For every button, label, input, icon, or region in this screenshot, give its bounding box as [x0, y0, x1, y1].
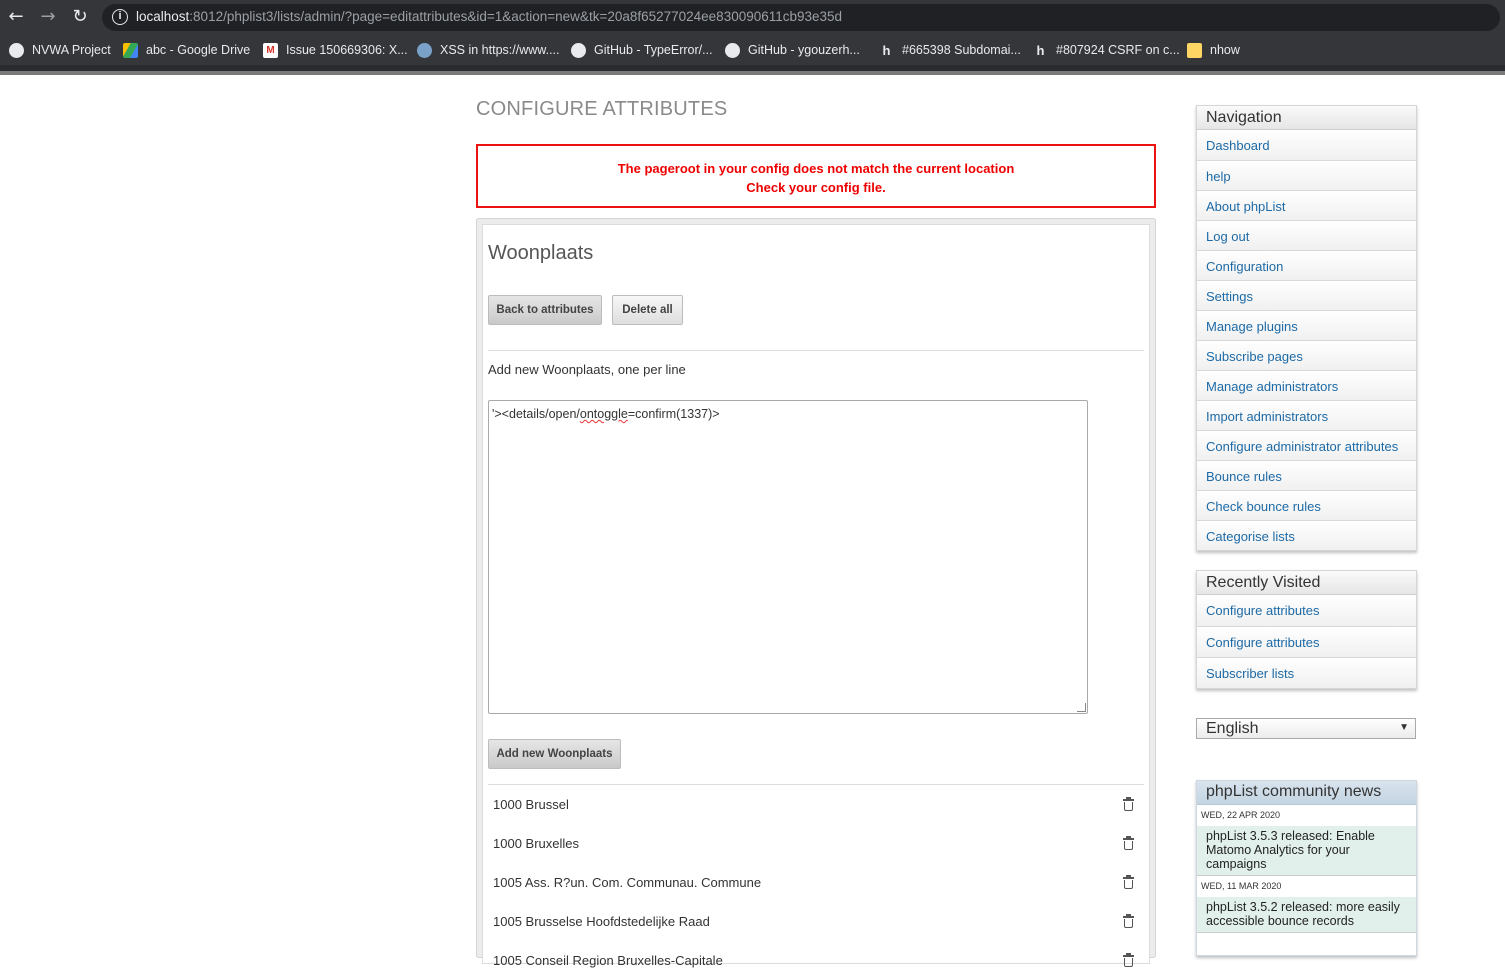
- community-news-panel: phpList community news WED, 22 APR 2020 …: [1196, 780, 1417, 956]
- news-item[interactable]: phpList 3.5.2 released: more easily acce…: [1197, 897, 1416, 933]
- nav-item-categorise-lists[interactable]: Categorise lists: [1197, 520, 1416, 550]
- nav-item-dashboard[interactable]: Dashboard: [1197, 130, 1416, 160]
- github-icon: [571, 42, 586, 58]
- value-row: 1005 Conseil Region Bruxelles-Capitale: [482, 941, 1150, 980]
- recently-visited-panel: Recently Visited Configure attributes Co…: [1196, 570, 1417, 689]
- bookmark-item[interactable]: XSS in https://www....: [417, 41, 560, 59]
- news-title: phpList community news: [1197, 781, 1416, 805]
- nav-item-configuration[interactable]: Configuration: [1197, 250, 1416, 280]
- github-icon: [725, 42, 740, 58]
- add-values-label: Add new Woonplaats, one per line: [488, 362, 686, 377]
- bookmark-item[interactable]: abc - Google Drive: [123, 41, 250, 59]
- config-warning: The pageroot in your config does not mat…: [476, 144, 1156, 208]
- news-date: WED, 11 MAR 2020: [1201, 881, 1282, 891]
- bookmarks-bar: NVWA Project abc - Google Drive M Issue 1…: [0, 35, 1505, 65]
- nav-item-settings[interactable]: Settings: [1197, 280, 1416, 310]
- trash-icon[interactable]: [1123, 914, 1134, 928]
- nav-item-logout[interactable]: Log out: [1197, 220, 1416, 250]
- add-new-value-button[interactable]: Add new Woonplaats: [488, 739, 621, 769]
- attribute-title: Woonplaats: [488, 242, 594, 264]
- navigation-title: Navigation: [1197, 106, 1416, 130]
- folder-icon: [1187, 42, 1202, 58]
- bookmark-item[interactable]: M Issue 150669306: X...: [263, 41, 408, 59]
- bookmark-item[interactable]: h #807924 CSRF on c...: [1033, 41, 1180, 59]
- nav-item-manage-administrators[interactable]: Manage administrators: [1197, 370, 1416, 400]
- back-to-attributes-button[interactable]: Back to attributes: [488, 295, 602, 325]
- bookmark-item[interactable]: GitHub - TypeError/...: [571, 41, 713, 59]
- recent-item[interactable]: Configure attributes: [1197, 595, 1416, 626]
- hackerone-icon: h: [1033, 42, 1048, 58]
- trash-icon[interactable]: [1123, 875, 1134, 889]
- dropdown-arrow-icon: ▼: [1399, 722, 1409, 733]
- language-select[interactable]: English ▼: [1196, 718, 1416, 739]
- nav-item-bounce-rules[interactable]: Bounce rules: [1197, 460, 1416, 490]
- nav-item-admin-attributes[interactable]: Configure administrator attributes: [1197, 430, 1416, 460]
- forward-arrow-icon[interactable]: →: [37, 6, 59, 28]
- github-icon: [9, 42, 24, 58]
- divider: [488, 350, 1144, 351]
- nav-item-manage-plugins[interactable]: Manage plugins: [1197, 310, 1416, 340]
- google-drive-icon: [123, 42, 138, 58]
- news-date: WED, 22 APR 2020: [1201, 810, 1281, 820]
- nav-item-subscribe-pages[interactable]: Subscribe pages: [1197, 340, 1416, 370]
- nav-item-about[interactable]: About phpList: [1197, 190, 1416, 220]
- nav-item-check-bounce-rules[interactable]: Check bounce rules: [1197, 490, 1416, 520]
- bug-icon: [417, 42, 432, 58]
- nav-item-import-administrators[interactable]: Import administrators: [1197, 400, 1416, 430]
- reload-icon[interactable]: ↻: [69, 6, 91, 28]
- toolbar-divider: [0, 65, 1505, 75]
- hackerone-icon: h: [879, 42, 894, 58]
- nav-item-help[interactable]: help: [1197, 160, 1416, 190]
- address-bar[interactable]: i localhost:8012/phplist3/lists/admin/?p…: [102, 4, 1500, 31]
- navigation-panel: Navigation Dashboard help About phpList …: [1196, 105, 1417, 551]
- news-item[interactable]: phpList 3.5.3 released: Enable Matomo An…: [1197, 826, 1416, 876]
- bookmark-item[interactable]: GitHub - ygouzerh...: [725, 41, 860, 59]
- resize-handle[interactable]: [1077, 703, 1086, 712]
- bookmark-item[interactable]: nhow: [1187, 41, 1240, 59]
- delete-all-button[interactable]: Delete all: [612, 295, 683, 325]
- new-values-textarea[interactable]: '><details/open/ontoggle=confirm(1337)>: [488, 400, 1088, 714]
- value-row: 1000 Brussel: [482, 785, 1150, 824]
- url-text[interactable]: localhost:8012/phplist3/lists/admin/?pag…: [136, 9, 842, 24]
- value-row: 1005 Ass. R?un. Com. Communau. Commune: [482, 863, 1150, 902]
- value-row: 1000 Bruxelles: [482, 824, 1150, 863]
- page-title: CONFIGURE ATTRIBUTES: [476, 98, 728, 120]
- value-row: 1005 Brusselse Hoofdstedelijke Raad: [482, 902, 1150, 941]
- gmail-icon: M: [263, 42, 278, 58]
- trash-icon[interactable]: [1123, 797, 1134, 811]
- browser-toolbar: ← → ↻ i localhost:8012/phplist3/lists/ad…: [0, 0, 1505, 35]
- bookmark-item[interactable]: NVWA Project: [9, 41, 111, 59]
- site-info-icon[interactable]: i: [112, 9, 128, 25]
- recent-title: Recently Visited: [1197, 571, 1416, 595]
- trash-icon[interactable]: [1123, 836, 1134, 850]
- bookmark-item[interactable]: h #665398 Subdomai...: [879, 41, 1021, 59]
- back-arrow-icon[interactable]: ←: [5, 6, 27, 28]
- recent-item[interactable]: Subscriber lists: [1197, 657, 1416, 688]
- recent-item[interactable]: Configure attributes: [1197, 626, 1416, 657]
